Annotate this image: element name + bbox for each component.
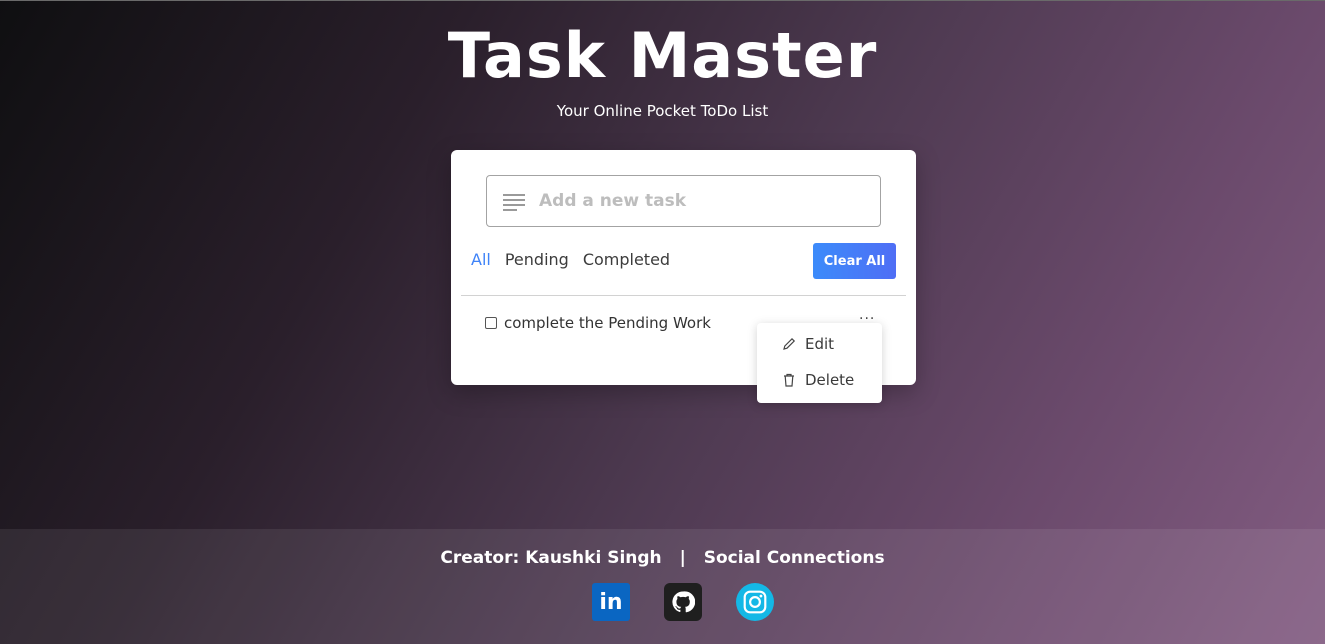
social-links: in [592, 583, 774, 621]
filter-all-tab[interactable]: All [471, 250, 491, 269]
github-icon[interactable] [664, 583, 702, 621]
task-input-container[interactable] [486, 175, 881, 227]
creator-name: Kaushki Singh [525, 548, 662, 568]
text-lines-icon [503, 194, 525, 211]
add-task-input[interactable] [539, 186, 869, 216]
clear-all-button[interactable]: Clear All [813, 243, 896, 279]
github-octocat-glyph [672, 591, 695, 613]
linkedin-icon-text: in [599, 589, 623, 615]
trash-icon [784, 373, 794, 387]
creator-label: Creator: [440, 548, 520, 568]
filter-completed-tab[interactable]: Completed [583, 250, 670, 269]
filter-pending-tab[interactable]: Pending [505, 250, 569, 269]
edit-label: Edit [805, 335, 835, 353]
instagram-camera-glyph [743, 590, 767, 614]
delete-label: Delete [805, 371, 855, 389]
app-title: Task Master [447, 19, 878, 92]
delete-menu-item[interactable]: Delete [782, 371, 854, 389]
footer: Creator: Kaushki Singh | Social Connecti… [0, 529, 1325, 644]
filter-tabs: All Pending Completed [471, 250, 670, 269]
edit-menu-item[interactable]: Edit [782, 335, 834, 353]
instagram-icon[interactable] [736, 583, 774, 621]
app-subtitle: Your Online Pocket ToDo List [556, 102, 769, 120]
linkedin-icon[interactable]: in [592, 583, 630, 621]
credits-separator: | [679, 548, 686, 568]
task-item: complete the Pending Work [485, 314, 711, 332]
task-options-menu: Edit Delete [757, 323, 882, 403]
social-connections-label: Social Connections [703, 548, 885, 568]
task-text: complete the Pending Work [504, 314, 711, 332]
task-checkbox[interactable] [485, 317, 497, 329]
divider [461, 295, 906, 296]
pencil-icon [783, 337, 796, 350]
credits-line: Creator: Kaushki Singh | Social Connecti… [0, 548, 1325, 568]
